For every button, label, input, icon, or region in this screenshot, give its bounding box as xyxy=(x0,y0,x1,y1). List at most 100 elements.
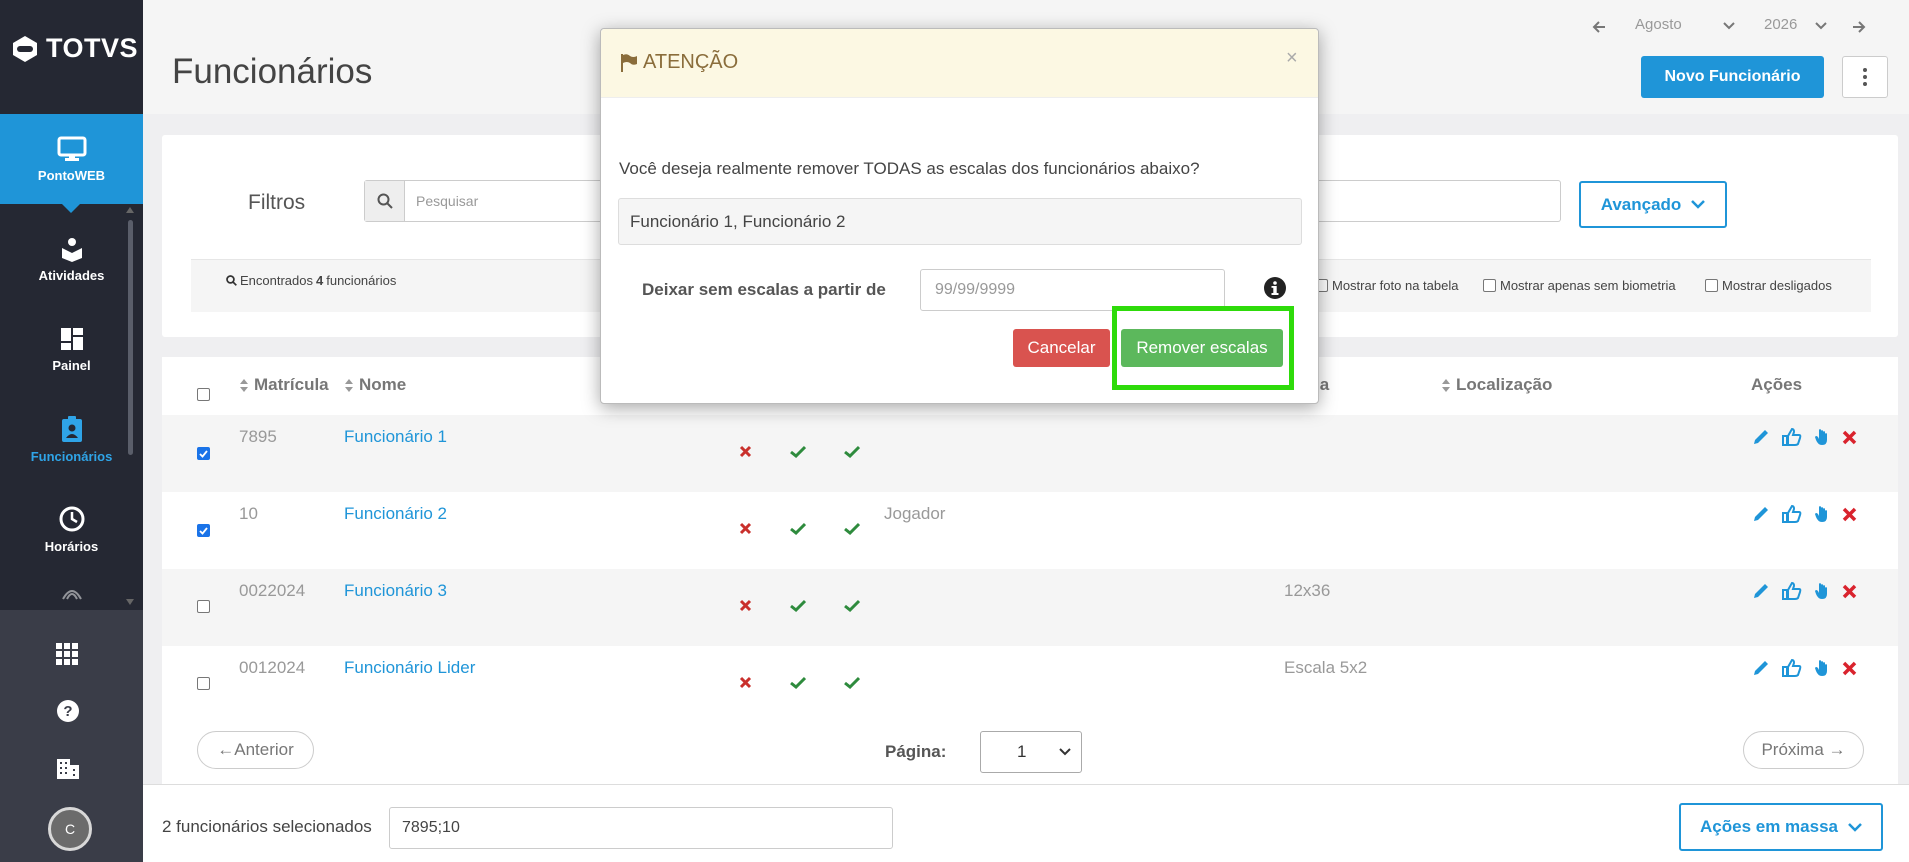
close-icon[interactable]: × xyxy=(1286,47,1298,70)
sidebar-item-label: Atividades xyxy=(38,267,105,283)
delete-icon[interactable] xyxy=(1842,661,1857,676)
sidebar-item-funcionarios[interactable]: Funcionários xyxy=(0,394,143,484)
cell-escala: Escala 5x2 xyxy=(1284,658,1368,677)
row-checkbox[interactable] xyxy=(197,677,210,690)
sidebar-scrollbar[interactable] xyxy=(128,220,133,455)
arrow-left-icon[interactable] xyxy=(1592,20,1606,34)
more-options-button[interactable] xyxy=(1842,56,1888,98)
scroll-down-icon[interactable] xyxy=(126,599,134,605)
check-mark-icon xyxy=(790,522,806,535)
row-actions xyxy=(1752,582,1857,600)
cell-cargo: Jogador xyxy=(884,504,946,523)
totvs-logo[interactable]: TOTVS xyxy=(10,33,138,64)
chevron-down-icon[interactable] xyxy=(1723,22,1735,30)
month-value: Agosto xyxy=(1635,16,1682,33)
mass-actions-button[interactable]: Ações em massa xyxy=(1679,803,1883,851)
info-icon[interactable] xyxy=(1263,276,1287,300)
advanced-filter-button[interactable]: Avançado xyxy=(1579,181,1727,228)
sort-icon xyxy=(345,378,353,392)
check-icon xyxy=(199,526,208,535)
scroll-up-icon[interactable] xyxy=(126,207,134,213)
check-mark-icon xyxy=(844,445,860,458)
row-actions xyxy=(1752,659,1857,677)
sidebar-item-painel[interactable]: Painel xyxy=(0,304,143,394)
select-all-checkbox[interactable] xyxy=(197,388,210,401)
filter-field[interactable] xyxy=(1310,180,1561,222)
chevron-down-icon[interactable] xyxy=(1815,22,1827,30)
month-select[interactable]: Agosto xyxy=(1635,16,1682,33)
hand-pointer-icon[interactable] xyxy=(1814,582,1830,600)
year-select[interactable]: 2026 xyxy=(1764,16,1797,33)
search-input[interactable]: Pesquisar xyxy=(364,180,614,222)
only-without-biometrics-option[interactable]: Mostrar apenas sem biometria xyxy=(1483,278,1676,293)
thumbs-up-icon[interactable] xyxy=(1782,505,1802,523)
row-checkbox[interactable] xyxy=(197,447,210,460)
check-mark-icon xyxy=(790,599,806,612)
show-dismissed-option[interactable]: Mostrar desligados xyxy=(1705,278,1832,293)
new-employee-button[interactable]: Novo Funcionário xyxy=(1641,56,1824,98)
apps-grid-icon[interactable] xyxy=(56,643,78,665)
building-icon[interactable] xyxy=(56,757,80,779)
previous-page-button[interactable]: ←Anterior xyxy=(197,731,314,769)
found-suffix: funcionários xyxy=(326,273,397,288)
filter-label: Filtros xyxy=(248,191,306,214)
arrow-right-icon[interactable] xyxy=(1852,20,1866,34)
next-page-button[interactable]: Próxima → xyxy=(1743,731,1864,769)
search-icon xyxy=(226,275,237,286)
dialog-title-text: ATENÇÃO xyxy=(643,51,739,73)
employee-link[interactable]: Funcionário 3 xyxy=(344,581,447,601)
column-header-localizacao[interactable]: Localização xyxy=(1442,375,1552,395)
delete-icon[interactable] xyxy=(1842,507,1857,522)
delete-icon[interactable] xyxy=(1842,584,1857,599)
thumbs-up-icon[interactable] xyxy=(1782,582,1802,600)
edit-pencil-icon[interactable] xyxy=(1752,505,1770,523)
header-label: Ações xyxy=(1751,375,1803,394)
thumbs-up-icon[interactable] xyxy=(1782,659,1802,677)
cell-matricula: 0022024 xyxy=(239,581,306,600)
employee-link[interactable]: Funcionário Lider xyxy=(344,658,475,678)
header-label: Localização xyxy=(1456,375,1553,394)
avatar[interactable]: C xyxy=(48,807,92,851)
check-mark-icon xyxy=(844,676,860,689)
page-title: Funcionários xyxy=(172,52,373,91)
totvs-logo-icon xyxy=(13,35,37,62)
sidebar-item-partial[interactable] xyxy=(0,578,143,608)
selected-employees-list: Funcionário 1, Funcionário 2 xyxy=(618,198,1302,245)
option-label: Mostrar foto na tabela xyxy=(1332,278,1459,293)
checkbox[interactable] xyxy=(1483,279,1496,292)
avatar-letter: C xyxy=(64,821,76,837)
column-header-matricula[interactable]: Matrícula xyxy=(240,375,329,395)
sidebar-item-horarios[interactable]: Horários xyxy=(0,484,143,574)
header-label: Nome xyxy=(359,375,407,394)
edit-pencil-icon[interactable] xyxy=(1752,659,1770,677)
row-checkbox[interactable] xyxy=(197,600,210,613)
check-mark-icon xyxy=(790,676,806,689)
page-select[interactable]: 1 xyxy=(980,731,1082,773)
column-header-nome[interactable]: Nome xyxy=(345,375,406,395)
employee-link[interactable]: Funcionário 2 xyxy=(344,504,447,524)
edit-pencil-icon[interactable] xyxy=(1752,582,1770,600)
row-actions xyxy=(1752,505,1857,523)
cancel-button[interactable]: Cancelar xyxy=(1013,329,1110,367)
checkbox[interactable] xyxy=(1705,279,1718,292)
hand-pointer-icon[interactable] xyxy=(1814,659,1830,677)
delete-icon[interactable] xyxy=(1842,430,1857,445)
highlight-box xyxy=(1112,306,1294,390)
cell-matricula: 10 xyxy=(239,504,258,523)
row-checkbox[interactable] xyxy=(197,524,210,537)
search-addon xyxy=(365,181,405,221)
header-label: Matrícula xyxy=(254,375,329,394)
employee-link[interactable]: Funcionário 1 xyxy=(344,427,447,447)
sidebar-item-atividades[interactable]: Atividades xyxy=(0,214,143,304)
sidebar-item-pontoweb[interactable]: PontoWEB xyxy=(0,114,143,213)
start-date-input[interactable]: 99/99/9999 xyxy=(920,269,1225,311)
selected-ids-field[interactable]: 7895;10 xyxy=(389,807,893,849)
dialog-header: ATENÇÃO × xyxy=(601,29,1318,98)
edit-pencil-icon[interactable] xyxy=(1752,428,1770,446)
thumbs-up-icon[interactable] xyxy=(1782,428,1802,446)
sort-icon xyxy=(240,378,248,392)
hand-pointer-icon[interactable] xyxy=(1814,505,1830,523)
hand-pointer-icon[interactable] xyxy=(1814,428,1830,446)
show-photo-option[interactable]: Mostrar foto na tabela xyxy=(1315,278,1458,293)
help-icon[interactable]: ? xyxy=(56,699,80,723)
